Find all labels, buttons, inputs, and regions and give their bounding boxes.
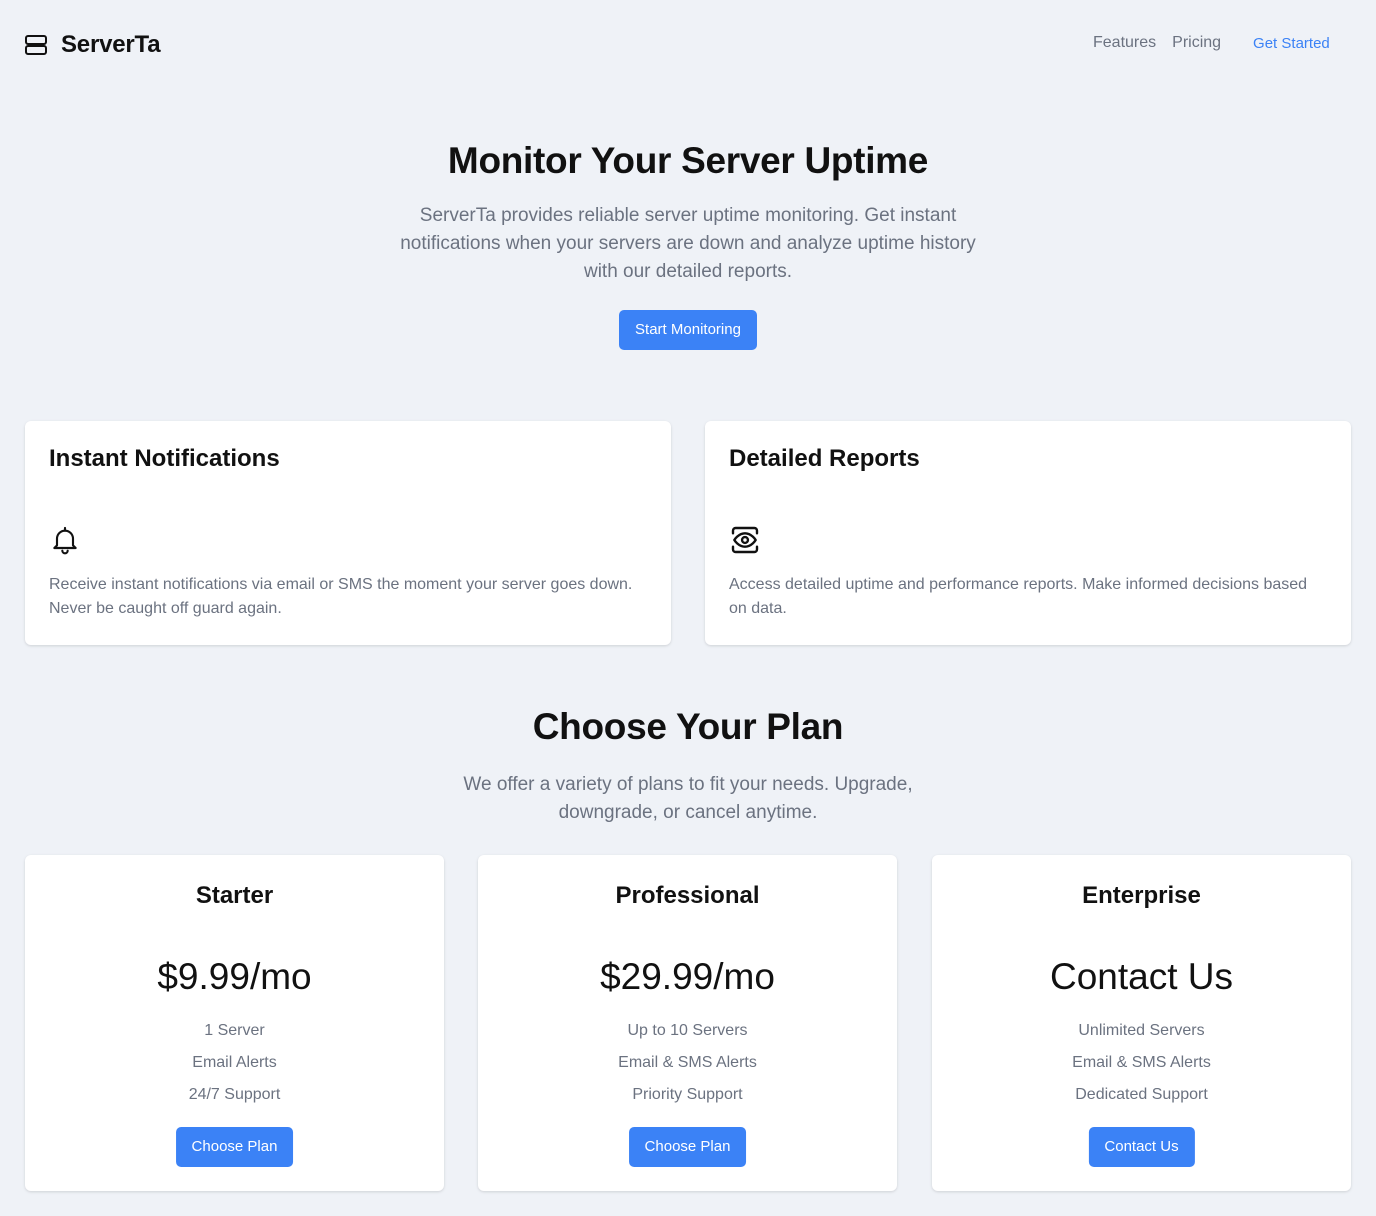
choose-plan-professional-button[interactable]: Choose Plan — [628, 1127, 747, 1167]
plan-feature: Email Alerts — [192, 1054, 277, 1071]
plan-features: Unlimited Servers Email & SMS Alerts Ded… — [932, 1015, 1351, 1111]
plans-title: Choose Your Plan — [532, 706, 844, 747]
plan-feature: Unlimited Servers — [1078, 1022, 1205, 1039]
plan-price: $29.99/mo — [600, 956, 775, 997]
plan-feature: 24/7 Support — [188, 1086, 281, 1103]
nav-features-link[interactable]: Features — [1093, 34, 1156, 52]
plan-feature: Dedicated Support — [1075, 1086, 1208, 1103]
site-header: ServerTa Features Pricing Get Started — [0, 0, 1376, 88]
hero-description: ServerTa provides reliable server uptime… — [400, 205, 976, 282]
plan-card-professional: Professional $29.99/mo Up to 10 Servers … — [478, 855, 897, 1191]
plan-price: $9.99/mo — [157, 956, 312, 997]
server-icon — [25, 35, 47, 55]
plan-feature: Up to 10 Servers — [627, 1022, 748, 1039]
feature-title: Instant Notifications — [49, 445, 280, 472]
brand-logo[interactable]: ServerTa — [24, 31, 161, 59]
contact-us-button[interactable]: Contact Us — [1088, 1127, 1195, 1167]
feature-description: Access detailed uptime and performance r… — [729, 576, 1308, 617]
nav-pricing-link[interactable]: Pricing — [1172, 34, 1221, 52]
feature-card-notifications: Instant Notifications Receive instant no… — [25, 421, 671, 645]
choose-plan-starter-button[interactable]: Choose Plan — [175, 1127, 294, 1167]
plan-price: Contact Us — [1049, 956, 1233, 997]
plan-feature: Email & SMS Alerts — [618, 1054, 757, 1071]
plan-card-starter: Starter $9.99/mo 1 Server Email Alerts 2… — [25, 855, 444, 1191]
hero-section: Monitor Your Server Uptime ServerTa prov… — [0, 140, 1376, 350]
plan-feature: Priority Support — [632, 1086, 743, 1103]
plan-name: Starter — [195, 882, 274, 909]
feature-description: Receive instant notifications via email … — [49, 576, 633, 617]
plan-features: Up to 10 Servers Email & SMS Alerts Prio… — [478, 1015, 897, 1111]
plans-header: Choose Your Plan We offer a variety of p… — [0, 706, 1376, 827]
feature-card-reports: Detailed Reports Access detailed uptime … — [705, 421, 1351, 645]
plan-card-enterprise: Enterprise Contact Us Unlimited Servers … — [932, 855, 1351, 1191]
feature-title: Detailed Reports — [729, 445, 920, 472]
plan-name: Professional — [615, 882, 760, 909]
plan-feature: Email & SMS Alerts — [1072, 1054, 1211, 1071]
plan-features: 1 Server Email Alerts 24/7 Support — [25, 1015, 444, 1111]
eye-icon — [731, 526, 759, 554]
plan-name: Enterprise — [1082, 882, 1201, 909]
plan-feature: 1 Server — [204, 1022, 265, 1039]
plans-description: We offer a variety of plans to fit your … — [463, 774, 913, 823]
hero-title: Monitor Your Server Uptime — [447, 140, 929, 181]
bell-icon — [53, 526, 77, 555]
brand-name: ServerTa — [61, 31, 161, 58]
nav-get-started-link[interactable]: Get Started — [1253, 35, 1330, 52]
start-monitoring-button[interactable]: Start Monitoring — [619, 310, 757, 350]
main-nav: Features Pricing Get Started — [1093, 34, 1330, 52]
